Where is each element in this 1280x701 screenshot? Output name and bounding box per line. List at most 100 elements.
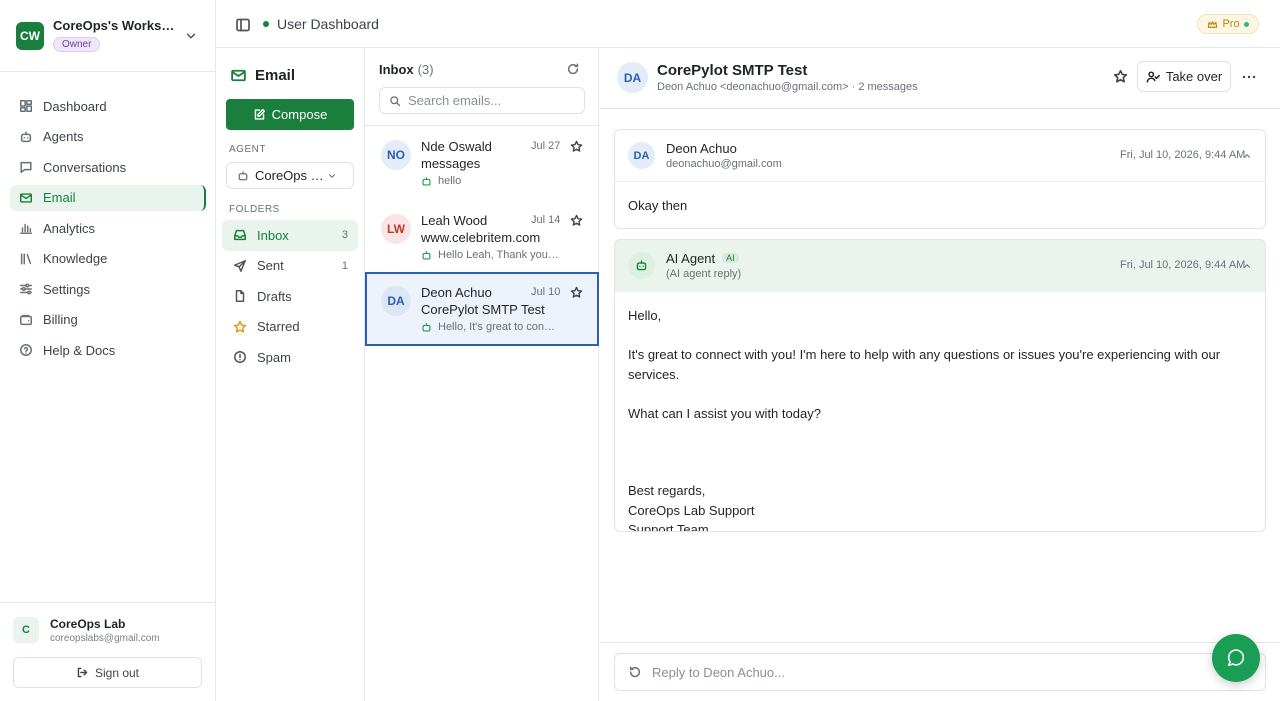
folder-count: 1 (341, 259, 348, 272)
email-message-ai: AI Agent AI (AI agent reply) Fri, Jul 10,… (614, 239, 1266, 532)
email-preview-text: Hello Leah, Thank you fo... (438, 249, 561, 261)
folder-sent[interactable]: Sent 1 (222, 251, 358, 282)
compose-label: Compose (271, 107, 328, 122)
folder-starred[interactable]: Starred (222, 312, 358, 343)
workspace-switcher[interactable]: CW CoreOps's Workspace Owner (16, 18, 200, 54)
sidebar-item-label: Settings (43, 281, 90, 297)
chat-widget-button[interactable] (1212, 634, 1260, 682)
folder-drafts[interactable]: Drafts (222, 281, 358, 312)
message-header[interactable]: DA Deon Achuo deonachuo@gmail.com Fri, J… (615, 130, 1265, 182)
plan-label: Pro (1222, 18, 1240, 30)
dashboard-icon (20, 100, 32, 112)
star-icon[interactable] (570, 140, 583, 153)
message-header[interactable]: AI Agent AI (AI agent reply) Fri, Jul 10,… (615, 240, 1265, 292)
ai-badge: AI (722, 253, 739, 263)
sidebar-item-label: Analytics (43, 220, 96, 236)
user-profile: C CoreOps Lab coreopslabs@gmail.com (13, 617, 203, 647)
star-icon (233, 320, 247, 333)
email-subject: CorePylot SMTP Test (421, 302, 545, 317)
message-body: Okay then (615, 182, 1265, 228)
message-body: Hello, It's great to connect with you! I… (615, 292, 1265, 531)
star-icon[interactable] (1113, 69, 1128, 84)
sidebar-toggle-icon[interactable] (235, 17, 251, 33)
message-line: CoreOps Lab Support (628, 502, 755, 518)
refresh-icon[interactable] (566, 62, 580, 76)
inbox-icon (234, 230, 246, 241)
chevron-down-icon (186, 33, 196, 39)
sidebar-item-analytics[interactable]: Analytics (10, 215, 206, 241)
message-date: Fri, Jul 10, 2026, 9:44 AM (1120, 149, 1246, 161)
sidebar-item-settings[interactable]: Settings (10, 276, 206, 302)
message-sender-email: deonachuo@gmail.com (666, 158, 782, 170)
compose-button[interactable]: Compose (226, 99, 354, 130)
agent-select[interactable]: CoreOps Lab (226, 162, 354, 189)
sign-out-button[interactable]: Sign out (13, 657, 202, 688)
email-list-item-selected[interactable]: DA Deon Achuo Jul 10 CorePylot SMTP Test… (365, 272, 599, 346)
email-list-item[interactable]: LW Leah Wood Jul 14 www.celebritem.com H… (365, 200, 599, 274)
email-sender: Deon Achuo (421, 285, 492, 300)
star-icon[interactable] (570, 286, 583, 299)
avatar: DA (617, 62, 648, 93)
sidebar-item-help[interactable]: Help & Docs (10, 337, 206, 363)
bot-icon (20, 130, 32, 142)
bot-icon (636, 260, 647, 271)
take-over-label: Take over (1165, 69, 1223, 84)
library-icon (20, 252, 32, 265)
edit-icon (254, 108, 265, 120)
sidebar-item-conversations[interactable]: Conversations (10, 154, 206, 180)
alert-circle-icon (234, 351, 246, 364)
message-sender: Deon Achuo (666, 141, 737, 156)
agent-select-value: CoreOps Lab (255, 168, 327, 183)
folder-list: Inbox 3 Sent 1 Drafts Starred Spam (222, 220, 358, 373)
avatar (628, 252, 655, 279)
sidebar-item-label: Knowledge (43, 251, 108, 266)
sidebar-item-agents[interactable]: Agents (10, 124, 206, 150)
email-folders-pane: Email Compose AGENT CoreOps Lab FOLDERS … (216, 48, 365, 701)
email-preview: Hello, It's great to conne... (421, 321, 561, 333)
reply-icon (629, 666, 641, 678)
avatar: DA (381, 286, 411, 316)
email-message: DA Deon Achuo deonachuo@gmail.com Fri, J… (614, 129, 1266, 229)
bot-icon (422, 176, 431, 186)
sidebar-item-email[interactable]: Email (10, 184, 206, 211)
reply-input[interactable] (652, 664, 1152, 680)
folder-label: Inbox (257, 227, 289, 243)
folder-spam[interactable]: Spam (222, 342, 358, 373)
mail-icon (20, 192, 32, 203)
email-pane-title: Email (230, 67, 295, 84)
divider (0, 71, 216, 72)
plan-badge[interactable]: Pro (1197, 14, 1259, 34)
star-icon[interactable] (570, 214, 583, 227)
sidebar-item-label: Billing (43, 312, 78, 327)
workspace-name: CoreOps's Workspace (53, 18, 178, 33)
sidebar-item-label: Email (43, 190, 76, 205)
sign-out-label: Sign out (94, 665, 140, 680)
sidebar-nav: Dashboard Agents Conversations Email Ana… (10, 93, 206, 368)
sliders-icon (20, 283, 32, 295)
email-date: Jul 14 (531, 214, 561, 226)
chevron-down-icon (328, 174, 336, 178)
more-horizontal-icon[interactable] (1241, 69, 1257, 85)
chevron-up-icon[interactable] (1242, 151, 1252, 161)
sidebar: CW CoreOps's Workspace Owner Dashboard A… (0, 0, 216, 701)
take-over-button[interactable]: Take over (1137, 61, 1231, 92)
message-line: It's great to connect with you! I'm here… (628, 347, 1221, 382)
message-sender: AI Agent AI (666, 251, 739, 266)
email-date: Jul 27 (531, 140, 561, 152)
folder-inbox[interactable]: Inbox 3 (222, 220, 358, 251)
email-title: Email (255, 67, 296, 84)
message-line: Hello, (628, 308, 662, 323)
search-input[interactable] (408, 93, 568, 108)
email-sender: Nde Oswald (421, 139, 492, 154)
sidebar-item-knowledge[interactable]: Knowledge (10, 246, 206, 272)
folder-label: Drafts (257, 288, 292, 304)
bot-icon (422, 322, 431, 332)
reply-box (614, 653, 1266, 691)
chat-icon (20, 161, 32, 173)
file-icon (235, 290, 245, 303)
email-list-item[interactable]: NO Nde Oswald Jul 27 messages hello (365, 126, 599, 200)
sidebar-item-billing[interactable]: Billing (10, 307, 206, 333)
inbox-title-label: Inbox (379, 62, 414, 77)
sidebar-item-dashboard[interactable]: Dashboard (10, 93, 206, 119)
chevron-up-icon[interactable] (1242, 261, 1252, 271)
